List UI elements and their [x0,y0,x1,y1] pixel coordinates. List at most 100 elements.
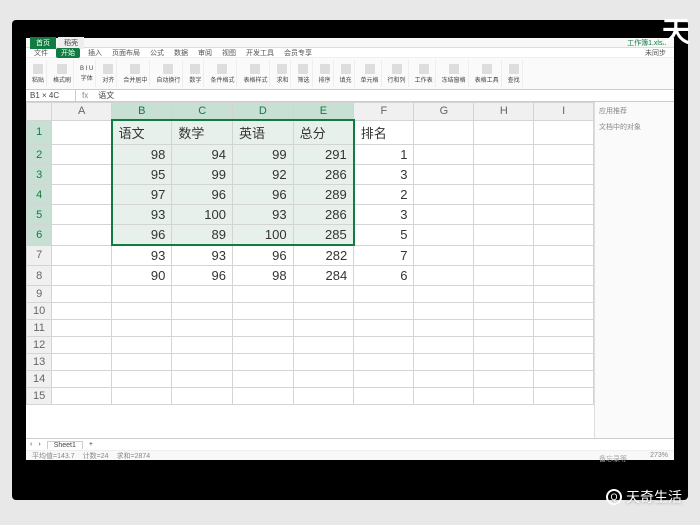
cell-H12[interactable] [474,337,534,354]
ribbon-table-tools[interactable]: 表格工具 [473,60,502,87]
ribbon-font[interactable]: B I U字体 [78,60,96,87]
cell-F4[interactable]: 2 [354,185,414,205]
cell-B14[interactable] [112,371,172,388]
cell-D6[interactable]: 100 [233,225,294,246]
cell-G3[interactable] [414,165,474,185]
row-header-2[interactable]: 2 [27,145,52,165]
col-header-G[interactable]: G [414,103,474,121]
cell-H4[interactable] [474,185,534,205]
cell-E10[interactable] [293,303,354,320]
cell-F9[interactable] [354,286,414,303]
cell-H6[interactable] [474,225,534,246]
sheet-add[interactable]: + [89,441,93,448]
menu-formula[interactable]: 公式 [148,48,166,58]
cell-D9[interactable] [233,286,294,303]
cell-A15[interactable] [52,388,112,405]
cell-G5[interactable] [414,205,474,225]
cell-I15[interactable] [534,388,594,405]
cell-H3[interactable] [474,165,534,185]
cell-D8[interactable]: 98 [233,266,294,286]
cell-F6[interactable]: 5 [354,225,414,246]
cell-D13[interactable] [233,354,294,371]
ribbon-sum[interactable]: 求和 [274,60,291,87]
row-header-6[interactable]: 6 [27,225,52,246]
col-header-F[interactable]: F [354,103,414,121]
cell-B10[interactable] [112,303,172,320]
cell-C15[interactable] [172,388,233,405]
ribbon-sort[interactable]: 排序 [317,60,334,87]
cell-H8[interactable] [474,266,534,286]
cell-G2[interactable] [414,145,474,165]
cell-G11[interactable] [414,320,474,337]
cell-F8[interactable]: 6 [354,266,414,286]
cell-A1[interactable] [52,120,112,145]
cell-D7[interactable]: 96 [233,245,294,266]
cell-D2[interactable]: 99 [233,145,294,165]
cell-C4[interactable]: 96 [172,185,233,205]
cell-H14[interactable] [474,371,534,388]
cell-B9[interactable] [112,286,172,303]
cell-C6[interactable]: 89 [172,225,233,246]
cell-F7[interactable]: 7 [354,245,414,266]
row-header-7[interactable]: 7 [27,245,52,266]
cell-I4[interactable] [534,185,594,205]
ribbon-cell[interactable]: 单元格 [359,60,382,87]
cell-E2[interactable]: 291 [293,145,354,165]
cell-F13[interactable] [354,354,414,371]
ribbon-format-painter[interactable]: 格式刷 [51,60,74,87]
cell-G13[interactable] [414,354,474,371]
row-header-3[interactable]: 3 [27,165,52,185]
col-header-A[interactable]: A [52,103,112,121]
cell-I14[interactable] [534,371,594,388]
menu-file[interactable]: 文件 [32,48,50,58]
sheet-nav-prev[interactable]: ‹ [30,441,32,448]
ribbon-number[interactable]: 数字 [187,60,204,87]
cell-G10[interactable] [414,303,474,320]
col-header-B[interactable]: B [112,103,172,121]
grid[interactable]: ABCDEFGHI1语文数学英语总分排名29894992911395999228… [26,102,594,438]
cell-F15[interactable] [354,388,414,405]
cell-B13[interactable] [112,354,172,371]
cell-A7[interactable] [52,245,112,266]
cell-A14[interactable] [52,371,112,388]
cell-F11[interactable] [354,320,414,337]
cell-A12[interactable] [52,337,112,354]
cell-C13[interactable] [172,354,233,371]
cell-C7[interactable]: 93 [172,245,233,266]
ribbon-freeze[interactable]: 冻结窗格 [440,60,469,87]
cell-C10[interactable] [172,303,233,320]
cell-G4[interactable] [414,185,474,205]
row-header-15[interactable]: 15 [27,388,52,405]
cell-E13[interactable] [293,354,354,371]
cell-F5[interactable]: 3 [354,205,414,225]
cell-C2[interactable]: 94 [172,145,233,165]
sheet-tab[interactable]: Sheet1 [47,441,83,449]
cell-B4[interactable]: 97 [112,185,172,205]
row-header-13[interactable]: 13 [27,354,52,371]
name-box[interactable]: B1 × 4C [26,90,76,101]
cell-I11[interactable] [534,320,594,337]
ribbon-find[interactable]: 查找 [506,60,523,87]
cell-H7[interactable] [474,245,534,266]
cell-A5[interactable] [52,205,112,225]
cell-H1[interactable] [474,120,534,145]
cell-C9[interactable] [172,286,233,303]
menu-insert[interactable]: 插入 [86,48,104,58]
ribbon-condition[interactable]: 条件格式 [208,60,237,87]
cell-F10[interactable] [354,303,414,320]
cell-G12[interactable] [414,337,474,354]
ribbon-clipboard[interactable]: 粘贴 [30,60,47,87]
menu-view[interactable]: 视图 [220,48,238,58]
cell-B12[interactable] [112,337,172,354]
row-header-8[interactable]: 8 [27,266,52,286]
cell-D14[interactable] [233,371,294,388]
cell-I5[interactable] [534,205,594,225]
cell-E9[interactable] [293,286,354,303]
col-header-C[interactable]: C [172,103,233,121]
menu-vip[interactable]: 会员专享 [282,48,314,58]
cell-B15[interactable] [112,388,172,405]
cell-A10[interactable] [52,303,112,320]
cell-I13[interactable] [534,354,594,371]
row-header-10[interactable]: 10 [27,303,52,320]
row-header-12[interactable]: 12 [27,337,52,354]
